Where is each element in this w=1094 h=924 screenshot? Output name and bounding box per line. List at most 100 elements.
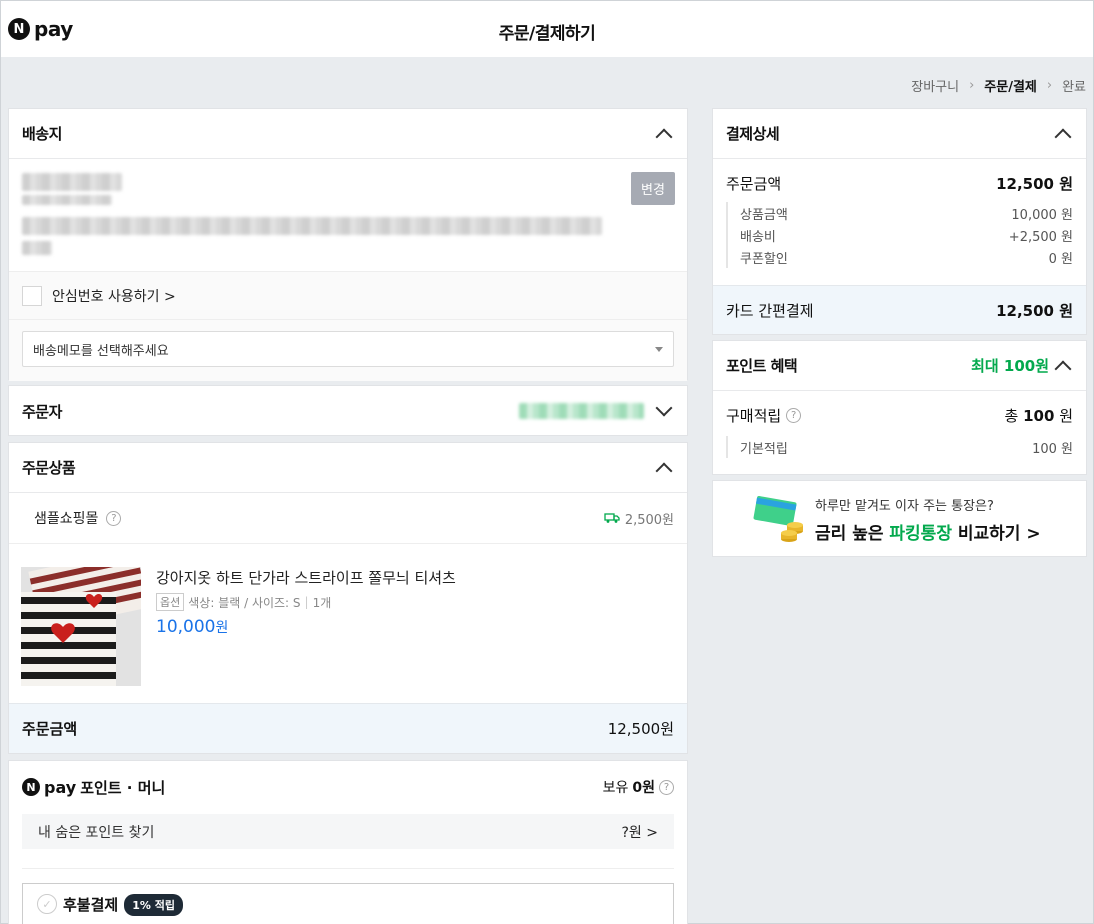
breadcrumb-chevron-icon: › xyxy=(1046,78,1053,93)
point-benefit-header[interactable]: 포인트 혜택 최대 100원 xyxy=(713,341,1086,391)
orderer-header[interactable]: 주문자 xyxy=(9,386,687,436)
orderer-summary xyxy=(519,399,674,419)
later-pay-option[interactable]: ✓ 후불결제 1% 적립 xyxy=(22,883,674,924)
card-payment-label: 카드 간편결제 xyxy=(726,301,814,320)
orderer-info-blurred xyxy=(519,403,644,419)
breadcrumb-cart: 장바구니 xyxy=(911,80,960,95)
product-thumbnail[interactable] xyxy=(21,567,141,686)
option-qty: 1개 xyxy=(312,595,332,610)
recipient-name-blurred xyxy=(22,173,122,191)
parking-account-banner[interactable]: 하루만 맡겨도 이자 주는 통장은? 금리 높은 파킹통장 비교하기 > xyxy=(712,480,1087,557)
check-circle-icon[interactable]: ✓ xyxy=(37,894,57,914)
store-name: 샘플쇼핑몰 xyxy=(34,511,99,527)
npay-points-title-wrap: N pay 포인트 · 머니 xyxy=(22,777,165,798)
products-card: 주문상품 샘플쇼핑몰 ? 2,500원 강아지옷 하트 단가라 스트라이프 쫄무… xyxy=(8,442,688,754)
change-address-button[interactable]: 변경 xyxy=(631,172,675,205)
banner-line2-c: 비교하기 > xyxy=(957,524,1041,544)
point-benefit-card: 포인트 혜택 최대 100원 구매적립 ? 총 100 원 기본적립 100 원 xyxy=(712,340,1087,475)
owned-label: 보유 xyxy=(602,780,629,796)
products-total-label: 주문금액 xyxy=(22,720,78,738)
option-text: 색상: 블랙 / 사이즈: S xyxy=(188,595,301,610)
owned-value: 0원 xyxy=(632,780,655,796)
hidden-points-row[interactable]: 내 숨은 포인트 찾기 ?원 > xyxy=(22,814,674,849)
product-price-unit: 원 xyxy=(215,620,229,636)
delivery-memo-select[interactable]: 배송메모를 선택해주세요 xyxy=(22,331,674,367)
npay-points-pay: pay xyxy=(44,777,77,797)
payment-detail-title: 결제상세 xyxy=(726,125,780,143)
chevron-up-icon[interactable] xyxy=(1054,360,1072,377)
safe-number-checkbox[interactable] xyxy=(22,285,42,306)
payment-lines: 상품금액 10,000 원 배송비 +2,500 원 쿠폰할인 0 원 xyxy=(726,202,1073,268)
safe-number-label[interactable]: 안심번호 사용하기 > xyxy=(52,286,176,306)
breadcrumb-complete: 완료 xyxy=(1062,80,1086,95)
chevron-down-icon[interactable] xyxy=(655,399,673,417)
npay-points-title: 포인트 · 머니 xyxy=(80,778,166,797)
npay-badge-icon: N xyxy=(22,778,40,796)
products-header[interactable]: 주문상품 xyxy=(9,443,687,493)
address-blurred xyxy=(22,217,602,235)
store-row: 샘플쇼핑몰 ? 2,500원 xyxy=(9,493,687,544)
payment-detail-header[interactable]: 결제상세 xyxy=(713,109,1086,159)
owned-points: 보유 0원 ? xyxy=(603,777,674,797)
product-item xyxy=(21,567,141,686)
base-points-row: 기본적립 100 원 xyxy=(726,436,1073,458)
help-icon[interactable]: ? xyxy=(786,408,802,423)
products-title: 주문상품 xyxy=(22,459,76,477)
product-info: 강아지옷 하트 단가라 스트라이프 쫄무늬 티셔츠 옵션 색상: 블랙 / 사이… xyxy=(156,567,456,637)
point-benefit-max: 최대 100원 xyxy=(971,357,1049,375)
products-total-row: 주문금액 12,500원 xyxy=(9,703,687,753)
purchase-points-value: 100 xyxy=(1023,407,1055,425)
bankbook-coins-icon xyxy=(753,496,803,542)
later-pay-label: 후불결제 xyxy=(63,896,119,914)
shipping-fee-value: 2,500원 xyxy=(624,512,674,528)
banner-line2-a: 금리 높은 xyxy=(815,524,884,544)
divider xyxy=(22,868,674,869)
banner-line1: 하루만 맡겨도 이자 주는 통장은? xyxy=(815,499,994,514)
chevron-up-icon[interactable] xyxy=(655,462,673,479)
hidden-points-value: ?원 > xyxy=(621,824,659,841)
banner-text: 하루만 맡겨도 이자 주는 통장은? 금리 높은 파킹통장 비교하기 > xyxy=(815,495,1041,544)
payment-detail-card: 결제상세 주문금액 12,500 원 상품금액 10,000 원 배송비 +2,… xyxy=(712,108,1087,335)
product-name[interactable]: 강아지옷 하트 단가라 스트라이프 쫄무늬 티셔츠 xyxy=(156,567,456,588)
shipping-title: 배송지 xyxy=(22,125,62,143)
base-points-label: 기본적립 xyxy=(740,441,788,457)
line-value: +2,500 원 xyxy=(1008,229,1073,245)
line-value: 10,000 원 xyxy=(1011,207,1073,223)
purchase-points-prefix: 총 xyxy=(1004,407,1019,425)
option-divider: | xyxy=(304,595,309,609)
address-detail-blurred xyxy=(22,241,52,255)
line-label: 배송비 xyxy=(740,229,776,245)
orderer-card: 주문자 xyxy=(8,385,688,436)
products-total-value: 12,500원 xyxy=(607,720,674,738)
line-shipping: 배송비 +2,500 원 xyxy=(740,224,1073,246)
breadcrumb-checkout: 주문/결제 xyxy=(984,80,1037,95)
caret-down-icon xyxy=(655,346,663,352)
shipping-card: 배송지 변경 안심번호 사용하기 > 배송메모를 선택해주세요 xyxy=(8,108,688,381)
line-label: 상품금액 xyxy=(740,207,788,223)
breadcrumb-chevron-icon: › xyxy=(969,78,975,93)
product-option-row: 옵션 색상: 블랙 / 사이즈: S | 1개 xyxy=(156,593,456,611)
top-bar: N pay 주문/결제하기 xyxy=(1,1,1093,57)
point-benefit-title: 포인트 혜택 xyxy=(726,357,798,375)
line-value: 0 원 xyxy=(1048,251,1073,267)
help-icon[interactable]: ? xyxy=(659,779,674,795)
help-icon[interactable]: ? xyxy=(106,510,122,526)
purchase-points-label: 구매적립 xyxy=(726,407,782,425)
base-points-value: 100 원 xyxy=(1032,441,1073,457)
card-payment-row: 카드 간편결제 12,500 원 xyxy=(713,285,1086,334)
page-title: 주문/결제하기 xyxy=(498,24,596,44)
product-price: 10,000원 xyxy=(156,617,456,637)
purchase-points-unit: 원 xyxy=(1059,407,1073,425)
shipping-header[interactable]: 배송지 xyxy=(9,109,687,159)
order-amount-value: 12,500 원 xyxy=(996,175,1073,193)
card-payment-value: 12,500 원 xyxy=(996,301,1073,320)
line-label: 쿠폰할인 xyxy=(740,251,788,267)
shipping-fee: 2,500원 xyxy=(604,509,674,528)
truck-icon xyxy=(604,513,620,523)
npay-points-card: N pay 포인트 · 머니 보유 0원 ? 내 숨은 포인트 찾기 ?원 > … xyxy=(8,760,688,924)
product-price-value: 10,000 xyxy=(156,617,216,637)
order-amount-label: 주문금액 xyxy=(726,175,782,193)
chevron-up-icon[interactable] xyxy=(655,128,673,145)
shipping-address xyxy=(22,173,602,255)
chevron-up-icon[interactable] xyxy=(1054,128,1072,145)
